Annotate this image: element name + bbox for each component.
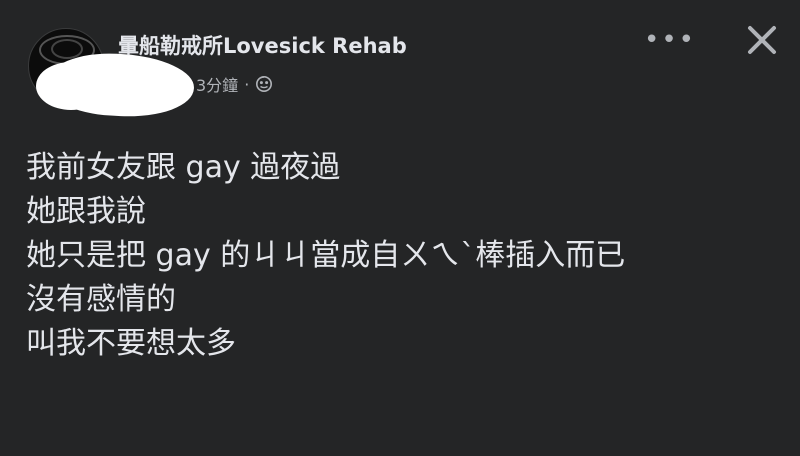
post-text-line: 沒有感情的 (26, 282, 176, 317)
post-text-line: 我前女友跟 gay 過夜過 (26, 150, 341, 185)
close-icon (748, 26, 776, 54)
post-text-line: 叫我不要想太多 (26, 326, 236, 361)
post-timestamp[interactable]: 3分鐘 (196, 72, 238, 96)
post-text-line: 她只是把 gay 的ㄐㄐ當成自ㄨㄟˋ棒插入而已 (26, 238, 626, 273)
page-name-link[interactable]: 暈船勒戒所Lovesick Rehab (118, 30, 407, 60)
post-meta: 3分鐘 · (196, 72, 273, 96)
facebook-post: ES 暈船勒戒所Lovesick Rehab 3分鐘 · ••• 我前女友跟 g… (0, 0, 800, 456)
more-options-button[interactable]: ••• (644, 24, 694, 56)
close-button[interactable] (740, 20, 784, 60)
meta-separator: · (244, 74, 250, 94)
more-options-icon: ••• (644, 25, 697, 55)
post-text-line: 她跟我說 (26, 194, 146, 229)
post-body: 我前女友跟 gay 過夜過 她跟我說 她只是把 gay 的ㄐㄐ當成自ㄨㄟˋ棒插入… (26, 146, 786, 366)
globe-icon[interactable] (255, 75, 273, 93)
